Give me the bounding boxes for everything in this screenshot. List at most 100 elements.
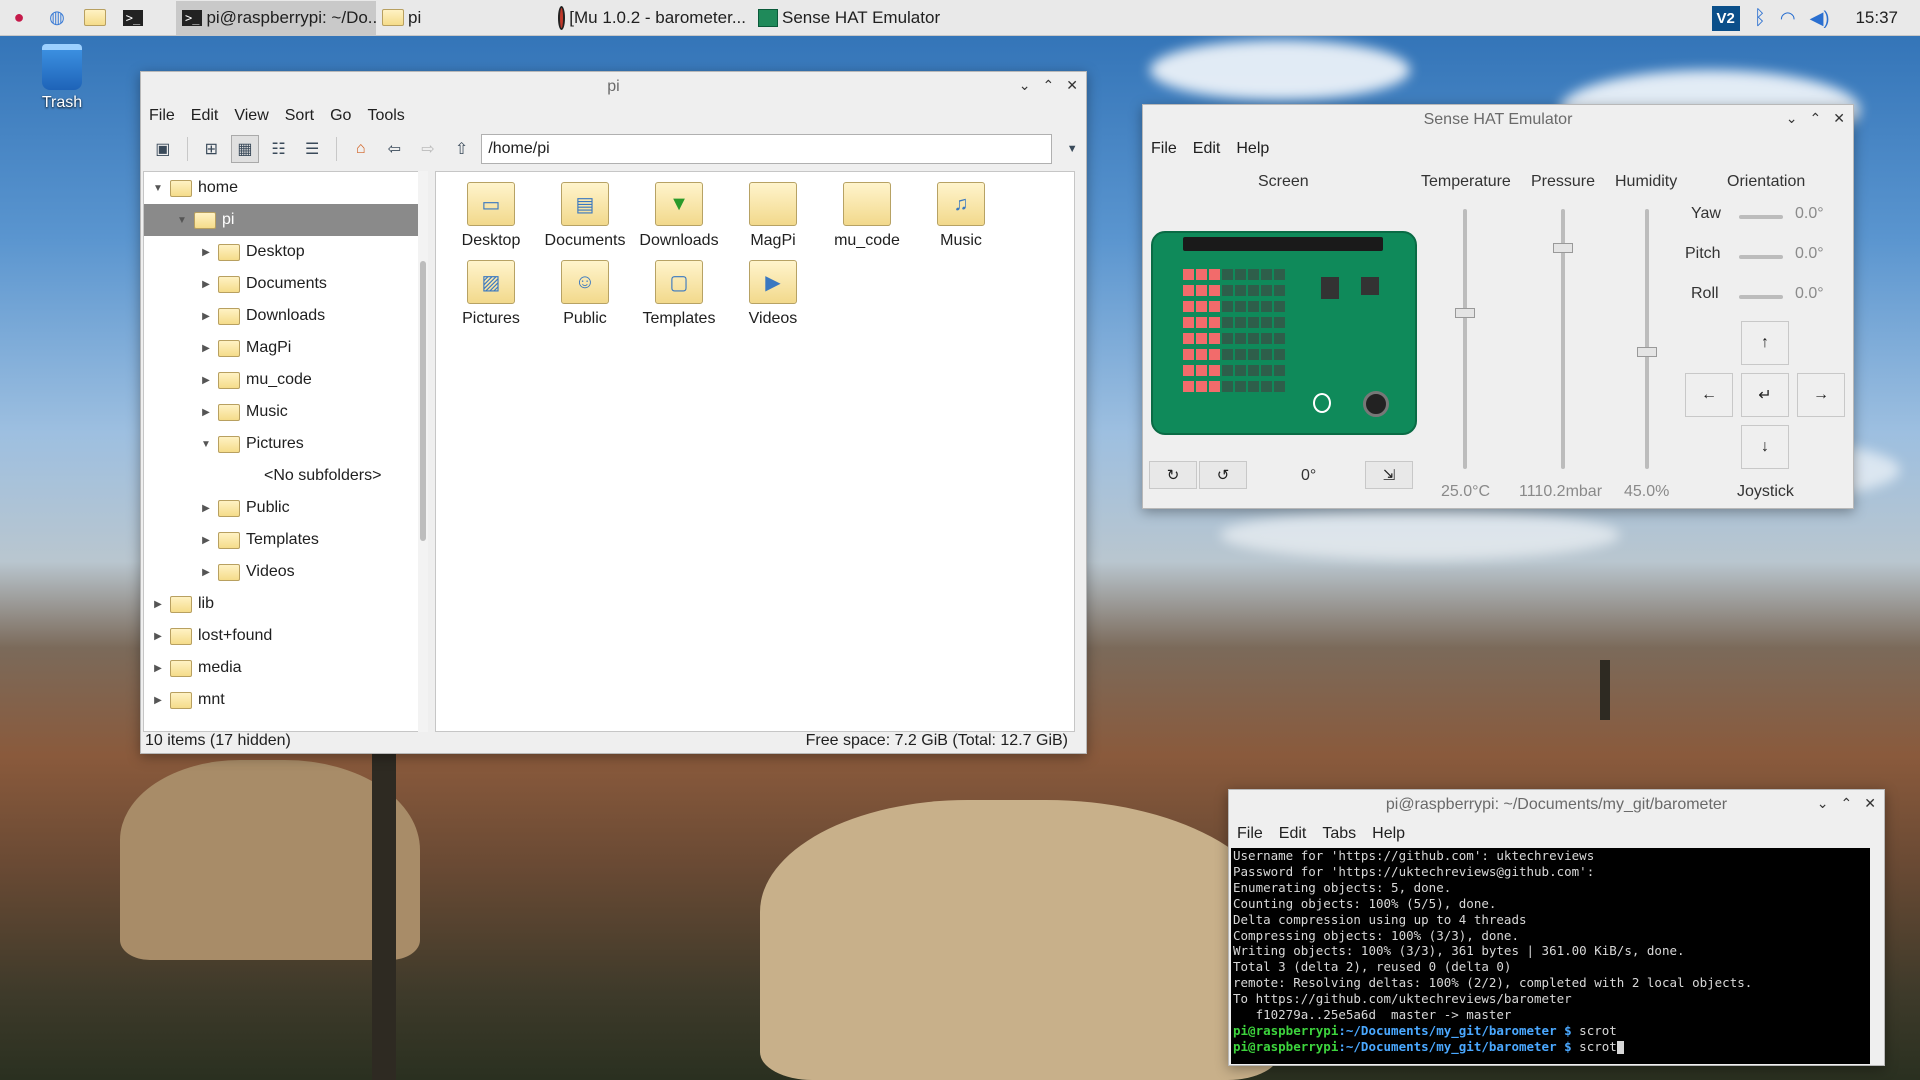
expander-closed-icon[interactable]: ▶ <box>152 663 164 674</box>
trash-desktop-icon[interactable]: Trash <box>36 44 88 112</box>
menu-file[interactable]: File <box>1237 825 1263 843</box>
menu-help[interactable]: Help <box>1372 825 1405 843</box>
sense-hat-titlebar[interactable]: Sense HAT Emulator ⌄ ⌃ ✕ <box>1143 105 1853 135</box>
roll-slider[interactable] <box>1739 295 1783 299</box>
wifi-icon[interactable]: ◠ <box>1780 8 1796 29</box>
file-item[interactable]: ▨ Pictures <box>446 260 536 328</box>
scrollbar-thumb[interactable] <box>420 261 426 541</box>
back-arrow-icon[interactable]: ⇦ <box>381 135 409 163</box>
home-icon[interactable]: ⌂ <box>347 135 375 163</box>
rotate-counterclockwise-button[interactable]: ↺ <box>1199 461 1247 489</box>
compact-view-icon[interactable]: ☷ <box>265 135 293 163</box>
joystick-left-button[interactable]: ← <box>1685 373 1733 417</box>
maximize-icon[interactable]: ⌃ <box>1043 77 1055 94</box>
close-icon[interactable]: ✕ <box>1066 77 1078 94</box>
menu-sort[interactable]: Sort <box>285 107 314 125</box>
expander-closed-icon[interactable]: ▶ <box>200 535 212 546</box>
tree-item[interactable]: ▶ Templates <box>144 524 425 556</box>
humidity-slider-track[interactable] <box>1645 209 1649 469</box>
task-sense-hat[interactable]: Sense HAT Emulator <box>752 1 972 35</box>
tree-scrollbar[interactable] <box>418 171 428 732</box>
menu-edit[interactable]: Edit <box>1193 140 1221 158</box>
tree-item[interactable]: ▶ media <box>144 652 425 684</box>
up-arrow-icon[interactable]: ⇧ <box>448 135 476 163</box>
terminal-titlebar[interactable]: pi@raspberrypi: ~/Documents/my_git/barom… <box>1229 790 1884 820</box>
expander-closed-icon[interactable]: ▶ <box>200 407 212 418</box>
expander-closed-icon[interactable]: ▶ <box>152 695 164 706</box>
expander-open-icon[interactable]: ▼ <box>200 439 212 450</box>
browser-icon[interactable]: ◍ <box>42 4 72 32</box>
joystick-down-button[interactable]: ↓ <box>1741 425 1789 469</box>
terminal-launcher-icon[interactable]: >_ <box>118 4 148 32</box>
file-item[interactable]: ☺ Public <box>540 260 630 328</box>
maximize-icon[interactable]: ⌃ <box>1810 110 1822 127</box>
menu-edit[interactable]: Edit <box>1279 825 1307 843</box>
rotate-clockwise-button[interactable]: ↻ <box>1149 461 1197 489</box>
bluetooth-icon[interactable]: ᛒ <box>1754 7 1766 30</box>
joystick-right-button[interactable]: → <box>1797 373 1845 417</box>
file-manager-titlebar[interactable]: pi ⌄ ⌃ ✕ <box>141 72 1086 102</box>
menu-tools[interactable]: Tools <box>367 107 404 125</box>
file-item[interactable]: ▶ Videos <box>728 260 818 328</box>
file-item[interactable]: mu_code <box>822 182 912 250</box>
pitch-slider[interactable] <box>1739 255 1783 259</box>
flip-button[interactable]: ⇲ <box>1365 461 1413 489</box>
tree-item[interactable]: ▶ mnt <box>144 684 425 716</box>
expander-closed-icon[interactable]: ▶ <box>200 247 212 258</box>
tree-item[interactable]: ▶ mu_code <box>144 364 425 396</box>
clock[interactable]: 15:37 <box>1855 8 1898 28</box>
list-view-icon[interactable]: ☰ <box>298 135 326 163</box>
joystick-up-button[interactable]: ↑ <box>1741 321 1789 365</box>
address-bar[interactable]: /home/pi <box>481 134 1053 164</box>
terminal-scrollbar[interactable] <box>1870 848 1882 1064</box>
temperature-slider-knob[interactable] <box>1455 308 1475 318</box>
icon-view-icon[interactable]: ⊞ <box>198 135 226 163</box>
expander-closed-icon[interactable]: ▶ <box>200 311 212 322</box>
forward-arrow-icon[interactable]: ⇨ <box>414 135 442 163</box>
expander-closed-icon[interactable]: ▶ <box>152 599 164 610</box>
file-item[interactable]: ▤ Documents <box>540 182 630 250</box>
expander-closed-icon[interactable]: ▶ <box>152 631 164 642</box>
file-item[interactable]: ▭ Desktop <box>446 182 536 250</box>
vnc-icon[interactable]: V2 <box>1711 5 1740 31</box>
file-manager-icon[interactable] <box>80 4 110 32</box>
tree-item[interactable]: ▶ Music <box>144 396 425 428</box>
tree-item[interactable]: ▼ pi <box>144 204 425 236</box>
close-icon[interactable]: ✕ <box>1864 795 1876 812</box>
joystick-enter-button[interactable]: ↵ <box>1741 373 1789 417</box>
task-terminal[interactable]: >_ pi@raspberrypi: ~/Do... <box>176 0 376 35</box>
menu-tabs[interactable]: Tabs <box>1322 825 1356 843</box>
volume-icon[interactable]: ◀) <box>1810 8 1830 29</box>
pressure-slider-knob[interactable] <box>1553 243 1573 253</box>
minimize-icon[interactable]: ⌄ <box>1817 795 1829 812</box>
address-dropdown-icon[interactable]: ▼ <box>1058 135 1086 163</box>
file-item[interactable]: ▼ Downloads <box>634 182 724 250</box>
file-item[interactable]: MagPi <box>728 182 818 250</box>
tree-item[interactable]: ▶ lost+found <box>144 620 425 652</box>
expander-closed-icon[interactable]: ▶ <box>200 343 212 354</box>
expander-closed-icon[interactable]: ▶ <box>200 503 212 514</box>
menu-file[interactable]: File <box>1151 140 1177 158</box>
tree-item[interactable]: ▶ lib <box>144 588 425 620</box>
file-item[interactable]: ▢ Templates <box>634 260 724 328</box>
maximize-icon[interactable]: ⌃ <box>1841 795 1853 812</box>
tree-item[interactable]: ▶ MagPi <box>144 332 425 364</box>
thumbnail-view-icon[interactable]: ▦ <box>231 135 259 163</box>
tree-item[interactable]: ▶ Desktop <box>144 236 425 268</box>
tree-item[interactable]: ▶ Documents <box>144 268 425 300</box>
expander-open-icon[interactable]: ▼ <box>152 183 164 194</box>
tree-item[interactable]: ▶ Videos <box>144 556 425 588</box>
humidity-slider-knob[interactable] <box>1637 347 1657 357</box>
temperature-slider-track[interactable] <box>1463 209 1467 469</box>
expander-open-icon[interactable]: ▼ <box>176 215 188 226</box>
expander-closed-icon[interactable]: ▶ <box>200 279 212 290</box>
tree-item[interactable]: ▶ Public <box>144 492 425 524</box>
close-icon[interactable]: ✕ <box>1833 110 1845 127</box>
menu-view[interactable]: View <box>234 107 268 125</box>
menu-file[interactable]: File <box>149 107 175 125</box>
new-window-icon[interactable]: ▣ <box>149 135 177 163</box>
expander-closed-icon[interactable]: ▶ <box>200 375 212 386</box>
tree-item[interactable]: ▶ Downloads <box>144 300 425 332</box>
menu-help[interactable]: Help <box>1236 140 1269 158</box>
terminal-output[interactable]: Username for 'https://github.com': uktec… <box>1231 848 1871 1064</box>
